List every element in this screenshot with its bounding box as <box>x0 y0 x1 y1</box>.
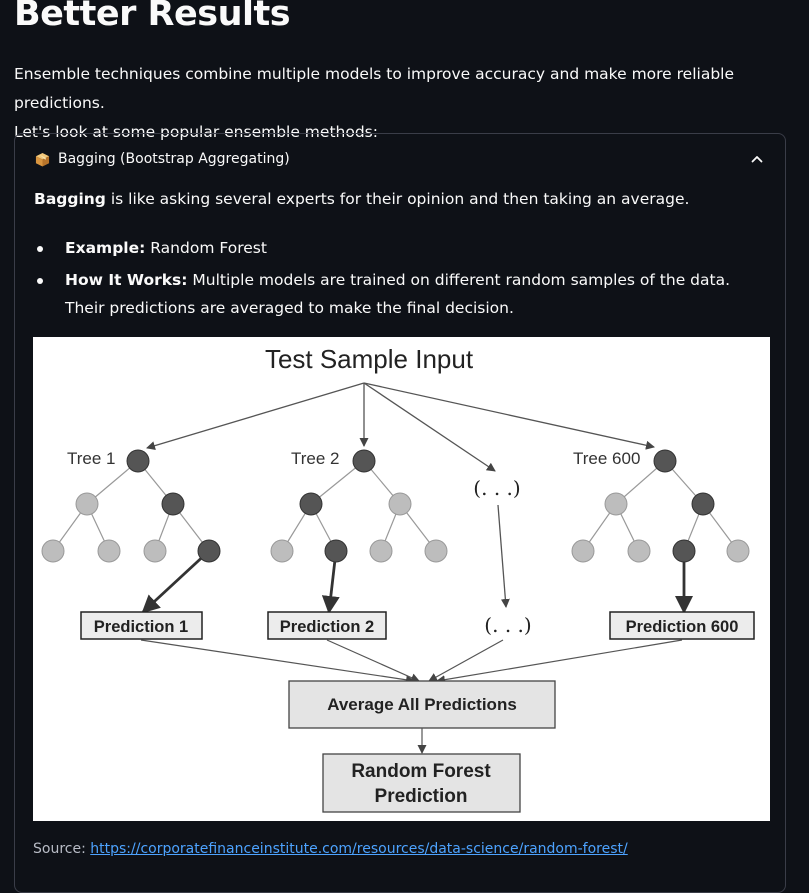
bagging-definition: is like asking several experts for their… <box>105 190 690 208</box>
source-link[interactable]: https://corporatefinanceinstitute.com/re… <box>90 841 627 857</box>
bullet-term: Example: <box>65 239 146 257</box>
tree-leaf-node <box>369 539 393 563</box>
tree-leaf-node <box>571 539 595 563</box>
chevron-up-icon[interactable] <box>749 151 765 167</box>
bagging-term: Bagging <box>34 190 106 208</box>
tree-leaf-node <box>97 539 121 563</box>
prediction-box-600: Prediction 600 <box>609 611 755 640</box>
tree-label-1: Tree 1 <box>67 449 116 468</box>
diagram-svg: Test Sample Input Tree 1 Tree 2 Tree 600… <box>41 344 755 813</box>
tree-root-node <box>653 449 677 473</box>
tree-root-node <box>352 449 376 473</box>
tree-node <box>388 492 412 516</box>
final-label-line1: Random Forest <box>351 761 491 782</box>
prediction-box-1: Prediction 1 <box>80 611 203 640</box>
tree-node <box>604 492 628 516</box>
average-box: Average All Predictions <box>288 680 556 729</box>
tree-node <box>161 492 185 516</box>
tree-leaf-node <box>627 539 651 563</box>
tree-leaf-node <box>324 539 348 563</box>
ellipsis-bottom: (. . .) <box>484 613 531 637</box>
tree-leaf-node <box>143 539 167 563</box>
list-item: Example: Random Forest <box>34 234 764 262</box>
input-arrow-tree1 <box>146 382 365 451</box>
diagram-top-label: Test Sample Input <box>265 344 474 374</box>
source-label: Source: <box>33 841 91 857</box>
prediction-label-600: Prediction 600 <box>626 618 739 636</box>
bagging-description: Bagging is like asking several experts f… <box>34 188 689 210</box>
tree-leaf-node <box>270 539 294 563</box>
tree-leaf-node <box>41 539 65 563</box>
bullet-term: How It Works: <box>65 271 188 289</box>
prediction-label-1: Prediction 1 <box>94 618 188 636</box>
prediction-label-2: Prediction 2 <box>280 618 374 636</box>
list-item: How It Works: Multiple models are traine… <box>34 266 764 322</box>
prediction-box-2: Prediction 2 <box>267 611 387 640</box>
average-label: Average All Predictions <box>327 695 517 714</box>
tree-label-2: Tree 2 <box>291 449 340 468</box>
intro-line-1: Ensemble techniques combine multiple mod… <box>14 65 735 112</box>
random-forest-diagram: Test Sample Input Tree 1 Tree 2 Tree 600… <box>33 337 770 821</box>
pred600-to-average-arrow <box>436 639 683 685</box>
page-title: Better Results <box>14 0 291 34</box>
tree-node <box>691 492 715 516</box>
tree-leaf-node <box>672 539 696 563</box>
ellipsis-mid: (. . .) <box>473 476 520 500</box>
bagging-expander: Bagging (Bootstrap Aggregating) Bagging … <box>14 133 786 893</box>
expander-header[interactable]: Bagging (Bootstrap Aggregating) <box>15 134 785 186</box>
bullet-list: Example: Random Forest How It Works: Mul… <box>34 234 764 326</box>
decision-trees <box>41 449 750 614</box>
final-label-line2: Prediction <box>375 786 468 807</box>
ellipsis-to-average-arrow <box>428 639 504 682</box>
tree-root-node <box>126 449 150 473</box>
tree-node <box>299 492 323 516</box>
tree-leaf-node <box>424 539 448 563</box>
final-prediction-box: Random Forest Prediction <box>322 753 521 813</box>
tree-leaf-node <box>726 539 750 563</box>
tree-label-600: Tree 600 <box>573 449 640 468</box>
tree-node <box>75 492 99 516</box>
ellipsis-arrow <box>497 504 510 608</box>
bullet-text: Random Forest <box>145 239 267 257</box>
source-caption: Source: https://corporatefinanceinstitut… <box>33 841 628 857</box>
input-arrow-ellipsis <box>363 382 496 472</box>
tree-leaf-node <box>197 539 221 563</box>
expander-label: Bagging (Bootstrap Aggregating) <box>58 151 290 167</box>
package-icon <box>35 152 50 167</box>
input-arrow-tree600 <box>363 382 655 450</box>
